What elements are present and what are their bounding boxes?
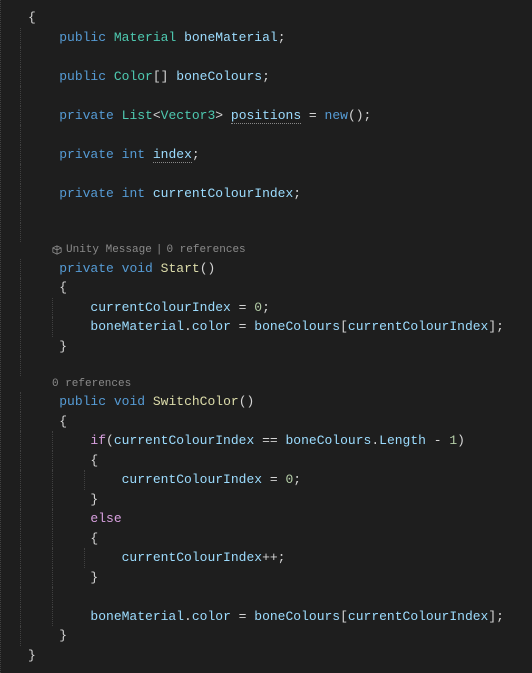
keyword: void [114, 394, 145, 409]
blank-line [20, 86, 532, 106]
blank-line [20, 125, 532, 145]
identifier: positions [231, 108, 301, 124]
codelens[interactable]: 0 references [20, 376, 532, 393]
blank-line [20, 587, 532, 607]
brace: { [59, 280, 67, 295]
code-line[interactable]: public Material boneMaterial; [20, 28, 532, 48]
code-line[interactable]: } [20, 568, 532, 588]
code-line[interactable]: private int index; [20, 145, 532, 165]
blank-line [20, 356, 532, 376]
keyword: private [59, 261, 114, 276]
code-line[interactable]: boneMaterial.color = boneColours[current… [20, 607, 532, 627]
code-line[interactable]: { [20, 8, 532, 28]
code-line[interactable]: { [20, 278, 532, 298]
number: 0 [254, 300, 262, 315]
identifier: boneColours [176, 69, 262, 84]
code-line[interactable]: if(currentColourIndex == boneColours.Len… [20, 431, 532, 451]
type: Vector3 [161, 108, 216, 123]
identifier: boneMaterial [184, 30, 278, 45]
type: int [122, 186, 145, 201]
keyword: private [59, 186, 114, 201]
blank-line [20, 47, 532, 67]
code-line[interactable]: } [20, 337, 532, 357]
keyword: void [122, 261, 153, 276]
codelens-text: Unity Message [66, 242, 152, 259]
keyword: private [59, 108, 114, 123]
identifier: boneMaterial [90, 609, 184, 624]
code-editor[interactable]: { public Material boneMaterial; public C… [0, 0, 532, 673]
brace: } [59, 628, 67, 643]
type: List [122, 108, 153, 123]
keyword: public [59, 69, 106, 84]
identifier: currentColourIndex [122, 550, 262, 565]
identifier: currentColourIndex [122, 472, 262, 487]
code-line[interactable]: { [20, 529, 532, 549]
brace: } [90, 492, 98, 507]
identifier: boneMaterial [90, 319, 184, 334]
brace: { [28, 10, 36, 25]
code-line[interactable]: { [20, 451, 532, 471]
identifier: currentColourIndex [153, 186, 293, 201]
type: int [122, 147, 145, 162]
code-line[interactable]: currentColourIndex = 0; [20, 470, 532, 490]
code-line[interactable]: public Color[] boneColours; [20, 67, 532, 87]
keyword: public [59, 30, 106, 45]
keyword: private [59, 147, 114, 162]
code-line[interactable]: { [20, 412, 532, 432]
code-line[interactable]: } [20, 626, 532, 646]
blank-line [20, 223, 532, 243]
method: SwitchColor [153, 394, 239, 409]
code-line[interactable]: } [20, 646, 532, 666]
code-line[interactable]: private List<Vector3> positions = new(); [20, 106, 532, 126]
code-line[interactable]: private int currentColourIndex; [20, 184, 532, 204]
brace: } [90, 570, 98, 585]
number: 1 [449, 433, 457, 448]
code-line[interactable]: } [20, 490, 532, 510]
brace: { [59, 414, 67, 429]
blank-line [20, 203, 532, 223]
keyword: else [90, 511, 121, 526]
unity-icon [52, 245, 62, 255]
codelens[interactable]: Unity Message | 0 references [20, 242, 532, 259]
identifier: index [153, 147, 192, 163]
code-line[interactable]: private void Start() [20, 259, 532, 279]
code-line[interactable]: currentColourIndex = 0; [20, 298, 532, 318]
type: Material [114, 30, 176, 45]
brace: } [28, 648, 36, 663]
blank-line [20, 164, 532, 184]
code-line[interactable]: public void SwitchColor() [20, 392, 532, 412]
brace: { [90, 531, 98, 546]
type: Color [114, 69, 153, 84]
code-line[interactable]: currentColourIndex++; [20, 548, 532, 568]
codelens-refs[interactable]: 0 references [52, 376, 131, 393]
code-line[interactable]: else [20, 509, 532, 529]
method: Start [161, 261, 200, 276]
keyword: new [325, 108, 348, 123]
identifier: currentColourIndex [90, 300, 230, 315]
brace: { [90, 453, 98, 468]
keyword: if [90, 433, 106, 448]
code-line[interactable]: boneMaterial.color = boneColours[current… [20, 317, 532, 337]
codelens-refs[interactable]: 0 references [166, 242, 245, 259]
keyword: public [59, 394, 106, 409]
brace: } [59, 339, 67, 354]
